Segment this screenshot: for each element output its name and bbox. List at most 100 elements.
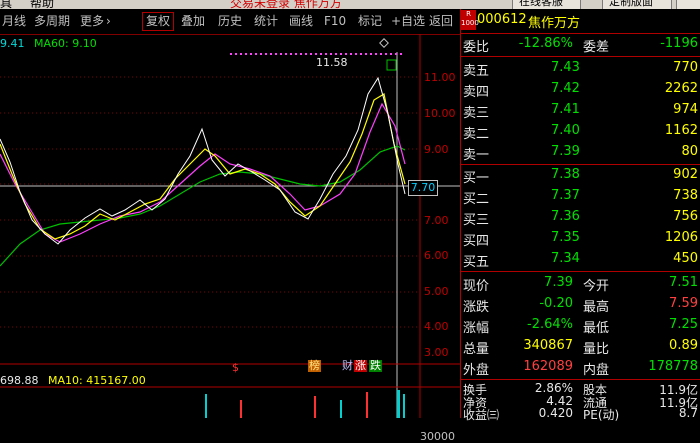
ask-row[interactable]: 卖五 7.43 770 — [461, 59, 700, 79]
chart-toolbar: 月线 多周期 更多 › 复权 叠加 历史 统计 画线 F10 标记 +自选 返回 — [0, 9, 460, 35]
tab-month[interactable]: 月线 — [2, 13, 26, 30]
stat-row: 涨幅 -2.64% 最低 7.25 — [461, 316, 700, 336]
divider — [461, 379, 700, 380]
bid-label: 买五 — [463, 255, 490, 270]
f10-button[interactable]: F10 — [324, 13, 346, 30]
current-price-tag: 7.70 — [408, 180, 438, 196]
volume-axis-label: 30000 — [420, 430, 455, 443]
event-marker-dollar[interactable]: $ — [232, 362, 239, 374]
bid-price: 7.36 — [551, 209, 580, 224]
kline-chart-canvas — [0, 34, 460, 418]
online-service-button[interactable]: 在线客服 — [512, 0, 581, 9]
back-button[interactable]: 返回 — [429, 13, 453, 30]
divider — [461, 33, 700, 34]
bid-row[interactable]: 买一 7.38 902 — [461, 166, 700, 186]
bid-row[interactable]: 买二 7.37 738 — [461, 187, 700, 207]
badge-top: R — [466, 10, 471, 18]
restore-button[interactable]: 复权 — [142, 12, 175, 31]
event-marker-finance[interactable]: 财 — [342, 360, 353, 372]
ask-row[interactable]: 卖三 7.41 974 — [461, 101, 700, 121]
draw-line-button[interactable]: 画线 — [289, 13, 313, 30]
divider — [461, 271, 700, 272]
quote-panel: R 1000 000612 焦作万方 委比 -12.86% 委差 -1196 卖… — [460, 9, 700, 422]
fund-row: 净资 4.42 流通 11.9亿 — [461, 394, 700, 410]
bid-volume: 756 — [673, 209, 698, 224]
stock-code: 000612 — [477, 12, 527, 27]
stock-name: 焦作万方 — [528, 16, 581, 31]
bid-label: 买一 — [463, 171, 490, 186]
stat-row: 涨跌 -0.20 最高 7.59 — [461, 295, 700, 315]
event-marker-rise[interactable]: 涨 — [354, 360, 367, 372]
ask-volume: 80 — [681, 144, 698, 159]
volume-legend-value: 698.88 — [0, 374, 39, 387]
volume-bars — [205, 390, 405, 418]
stat-label: 涨幅 — [463, 321, 490, 336]
ask-price: 7.43 — [551, 60, 580, 75]
bid-volume: 1206 — [664, 230, 698, 245]
ask-label: 卖五 — [463, 64, 490, 79]
ask-label: 卖二 — [463, 127, 490, 142]
custom-layout-button[interactable]: 定制版面 — [602, 0, 672, 9]
window-extra-button[interactable] — [676, 0, 700, 9]
stat-value: -0.20 — [539, 296, 573, 311]
peak-price-label: 11.58 — [316, 56, 348, 69]
wei-cha-label: 委差 — [583, 40, 610, 55]
badge: R 1000 — [461, 10, 479, 30]
ask-volume: 2262 — [664, 81, 698, 96]
stat-label: 最高 — [583, 300, 610, 315]
menu-view[interactable]: 具 — [0, 0, 12, 9]
ask-row[interactable]: 卖二 7.40 1162 — [461, 122, 700, 142]
stat-label: 现价 — [463, 279, 490, 294]
bid-price: 7.35 — [551, 230, 580, 245]
stat-value: 0.89 — [669, 338, 698, 353]
ask-row[interactable]: 卖四 7.42 2262 — [461, 80, 700, 100]
stat-label: 总量 — [463, 342, 490, 357]
tab-multi-period[interactable]: 多周期 — [34, 13, 70, 30]
menu-bar: 具 帮助 交易未登录 焦作万方 在线客服 定制版面 — [0, 0, 700, 9]
stat-value: 7.25 — [669, 317, 698, 332]
stat-value: 7.51 — [669, 275, 698, 290]
kline-chart[interactable]: 9.41 MA60: 9.10 11.58 698.88 MA10: 41516… — [0, 34, 460, 443]
stat-label: 最低 — [583, 321, 610, 336]
sell-signal-marker — [386, 59, 397, 71]
ma20-line — [0, 102, 406, 243]
stat-row: 总量 340867 量比 0.89 — [461, 337, 700, 357]
bid-row[interactable]: 买三 7.36 756 — [461, 208, 700, 228]
ask-price: 7.42 — [551, 81, 580, 96]
bid-row[interactable]: 买四 7.35 1206 — [461, 229, 700, 249]
quote-header: R 1000 000612 焦作万方 — [461, 9, 700, 33]
stat-label: 今开 — [583, 279, 610, 294]
more-label: 更多 — [80, 14, 105, 28]
stats-button[interactable]: 统计 — [254, 13, 278, 30]
event-marker-fall[interactable]: 跌 — [369, 360, 382, 372]
legend-price-value: 9.41 — [0, 37, 25, 50]
more-button[interactable]: 更多 › — [80, 13, 111, 30]
stat-row: 外盘 162089 内盘 178778 — [461, 358, 700, 378]
badge-bottom: 1000 — [461, 19, 479, 27]
y-label: 11.00 — [424, 71, 456, 84]
bid-label: 买四 — [463, 234, 490, 249]
volume-legend: 698.88 MA10: 415167.00 — [0, 374, 146, 387]
ask-row[interactable]: 卖一 7.39 80 — [461, 143, 700, 163]
fund-row: 换手 2.86% 股本 11.9亿 — [461, 381, 700, 397]
legend-ma60: MA60: 9.10 — [34, 37, 97, 50]
bid-row[interactable]: 买五 7.34 450 — [461, 250, 700, 270]
ask-volume: 1162 — [664, 123, 698, 138]
ask-price: 7.41 — [551, 102, 580, 117]
add-watchlist-button[interactable]: +自选 — [391, 13, 425, 30]
mark-button[interactable]: 标记 — [358, 13, 382, 30]
y-label: 5.00 — [424, 285, 449, 298]
ask-volume: 974 — [673, 102, 698, 117]
diamond-marker — [379, 38, 389, 48]
menu-help[interactable]: 帮助 — [30, 0, 54, 9]
overlay-button[interactable]: 叠加 — [181, 13, 205, 30]
wei-bi-label: 委比 — [463, 40, 490, 55]
divider — [461, 164, 700, 165]
history-button[interactable]: 历史 — [218, 13, 242, 30]
bid-label: 买二 — [463, 192, 490, 207]
bid-volume: 738 — [673, 188, 698, 203]
stat-value: -2.64% — [527, 317, 573, 332]
event-marker-rank[interactable]: 榜 — [308, 360, 321, 372]
ma10-line — [0, 93, 406, 240]
fund-label: 收益㈢ — [463, 408, 500, 422]
